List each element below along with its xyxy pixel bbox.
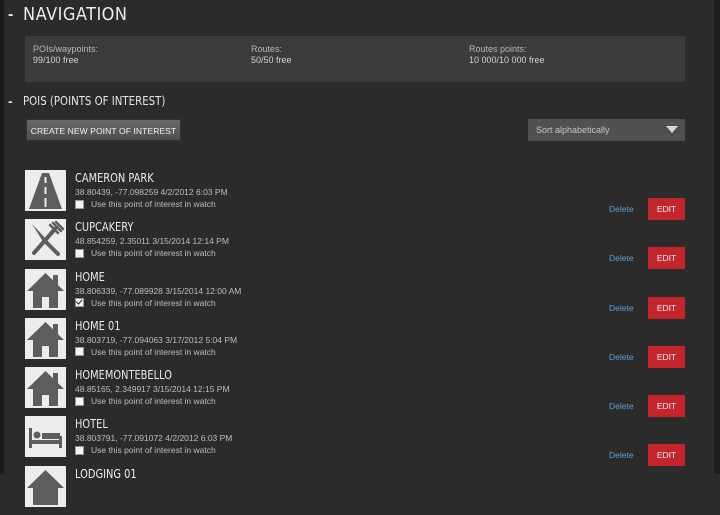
left-border xyxy=(0,0,4,474)
poi-coords: 38.80439, -77.098259 4/2/2012 6:03 PM xyxy=(75,187,228,197)
poi-row: CAMERON PARK 38.80439, -77.098259 4/2/20… xyxy=(25,170,685,220)
road-icon xyxy=(25,170,66,211)
poi-coords: 48.854259, 2.35011 3/15/2014 12:14 PM xyxy=(75,236,229,247)
stat-route-points-value: 10 000/10 000 free xyxy=(469,55,545,65)
delete-link[interactable]: Delete xyxy=(609,401,634,411)
poi-coords: 38.803719, -77.094063 3/17/2012 5:04 PM xyxy=(75,334,238,345)
stat-routes-label: Routes: xyxy=(251,44,283,54)
stat-pois-value: 99/100 free xyxy=(33,55,79,65)
use-in-watch-checkbox[interactable] xyxy=(75,396,84,406)
stat-route-points: Routes points: 10 000/10 000 free xyxy=(469,44,545,66)
poi-watch-option: Use this point of interest in watch xyxy=(75,199,216,209)
edit-button[interactable]: EDIT xyxy=(648,444,685,467)
navigation-header[interactable]: - NAVIGATION xyxy=(8,4,139,25)
stat-pois: POIs/waypoints: 99/100 free xyxy=(33,44,98,66)
house-icon xyxy=(25,465,66,507)
navigation-title: NAVIGATION xyxy=(23,4,128,25)
stat-route-points-label: Routes points: xyxy=(469,44,527,54)
poi-coords: 38.806339, -77.089928 3/15/2014 12:00 AM xyxy=(75,285,242,296)
poi-name: HOME xyxy=(75,269,105,284)
delete-link[interactable]: Delete xyxy=(609,253,634,263)
poi-watch-option: Use this point of interest in watch xyxy=(75,298,216,308)
delete-link[interactable]: Delete xyxy=(609,450,634,460)
use-in-watch-label: Use this point of interest in watch xyxy=(91,396,216,407)
delete-link[interactable]: Delete xyxy=(609,303,634,313)
house-icon xyxy=(25,317,66,359)
fork-knife-icon xyxy=(25,219,66,261)
pois-title: POIS (POINTS OF INTEREST) xyxy=(22,94,165,108)
poi-row: LODGING 01 xyxy=(25,465,685,515)
poi-row: HOTEL 38.803791, -77.091072 4/2/2012 6:0… xyxy=(25,416,685,467)
bed-icon xyxy=(25,416,66,458)
collapse-pois-toggle[interactable]: - xyxy=(8,93,13,109)
use-in-watch-checkbox[interactable] xyxy=(75,248,84,258)
use-in-watch-checkbox[interactable] xyxy=(75,298,84,308)
poi-watch-option: Use this point of interest in watch xyxy=(75,396,216,406)
delete-link[interactable]: Delete xyxy=(609,352,634,362)
edit-button[interactable]: EDIT xyxy=(648,395,685,418)
poi-row: HOME 38.806339, -77.089928 3/15/2014 12:… xyxy=(25,268,685,319)
edit-button[interactable]: EDIT xyxy=(648,247,685,270)
poi-row: HOME 01 38.803719, -77.094063 3/17/2012 … xyxy=(25,317,685,368)
poi-name: HOMEMONTEBELLO xyxy=(75,368,173,383)
poi-name: CAMERON PARK xyxy=(75,171,154,185)
edit-button[interactable]: EDIT xyxy=(648,296,685,319)
right-scroll-edge xyxy=(714,0,720,474)
house-icon xyxy=(25,268,66,310)
poi-row: CUPCAKERY 48.854259, 2.35011 3/15/2014 1… xyxy=(25,219,685,270)
use-in-watch-checkbox[interactable] xyxy=(75,347,84,357)
use-in-watch-label: Use this point of interest in watch xyxy=(91,248,216,259)
house-icon xyxy=(25,367,66,409)
stat-routes-value: 50/50 free xyxy=(251,55,292,65)
create-poi-button[interactable]: CREATE NEW POINT OF INTEREST xyxy=(26,119,181,141)
chevron-down-icon xyxy=(666,126,678,133)
use-in-watch-label: Use this point of interest in watch xyxy=(91,346,216,357)
poi-name: HOME 01 xyxy=(75,318,121,333)
use-in-watch-checkbox[interactable] xyxy=(75,445,84,455)
sort-dropdown-value: Sort alphabetically xyxy=(536,125,610,135)
poi-watch-option: Use this point of interest in watch xyxy=(75,248,216,258)
pois-header[interactable]: - POIS (POINTS OF INTEREST) xyxy=(8,93,190,109)
poi-row: HOMEMONTEBELLO 48.85165, 2.349917 3/15/2… xyxy=(25,367,685,418)
navigation-stats-panel: POIs/waypoints: 99/100 free Routes: 50/5… xyxy=(25,36,685,82)
edit-button[interactable]: EDIT xyxy=(648,198,685,220)
stat-pois-label: POIs/waypoints: xyxy=(33,44,99,54)
use-in-watch-label: Use this point of interest in watch xyxy=(91,297,216,308)
use-in-watch-label: Use this point of interest in watch xyxy=(91,199,216,209)
sort-dropdown[interactable]: Sort alphabetically xyxy=(528,119,685,141)
poi-coords: 48.85165, 2.349917 3/15/2014 12:15 PM xyxy=(75,384,230,395)
poi-coords: 38.803791, -77.091072 4/2/2012 6:03 PM xyxy=(75,433,233,444)
poi-name: HOTEL xyxy=(75,417,108,432)
poi-list: CAMERON PARK 38.80439, -77.098259 4/2/20… xyxy=(25,170,685,515)
poi-name: CUPCAKERY xyxy=(75,220,134,235)
poi-watch-option: Use this point of interest in watch xyxy=(75,445,216,455)
use-in-watch-label: Use this point of interest in watch xyxy=(91,445,216,456)
collapse-navigation-toggle[interactable]: - xyxy=(8,6,13,24)
edit-button[interactable]: EDIT xyxy=(648,345,685,368)
use-in-watch-checkbox[interactable] xyxy=(75,199,84,209)
poi-watch-option: Use this point of interest in watch xyxy=(75,347,216,357)
delete-link[interactable]: Delete xyxy=(609,204,634,214)
stat-routes: Routes: 50/50 free xyxy=(251,44,292,66)
